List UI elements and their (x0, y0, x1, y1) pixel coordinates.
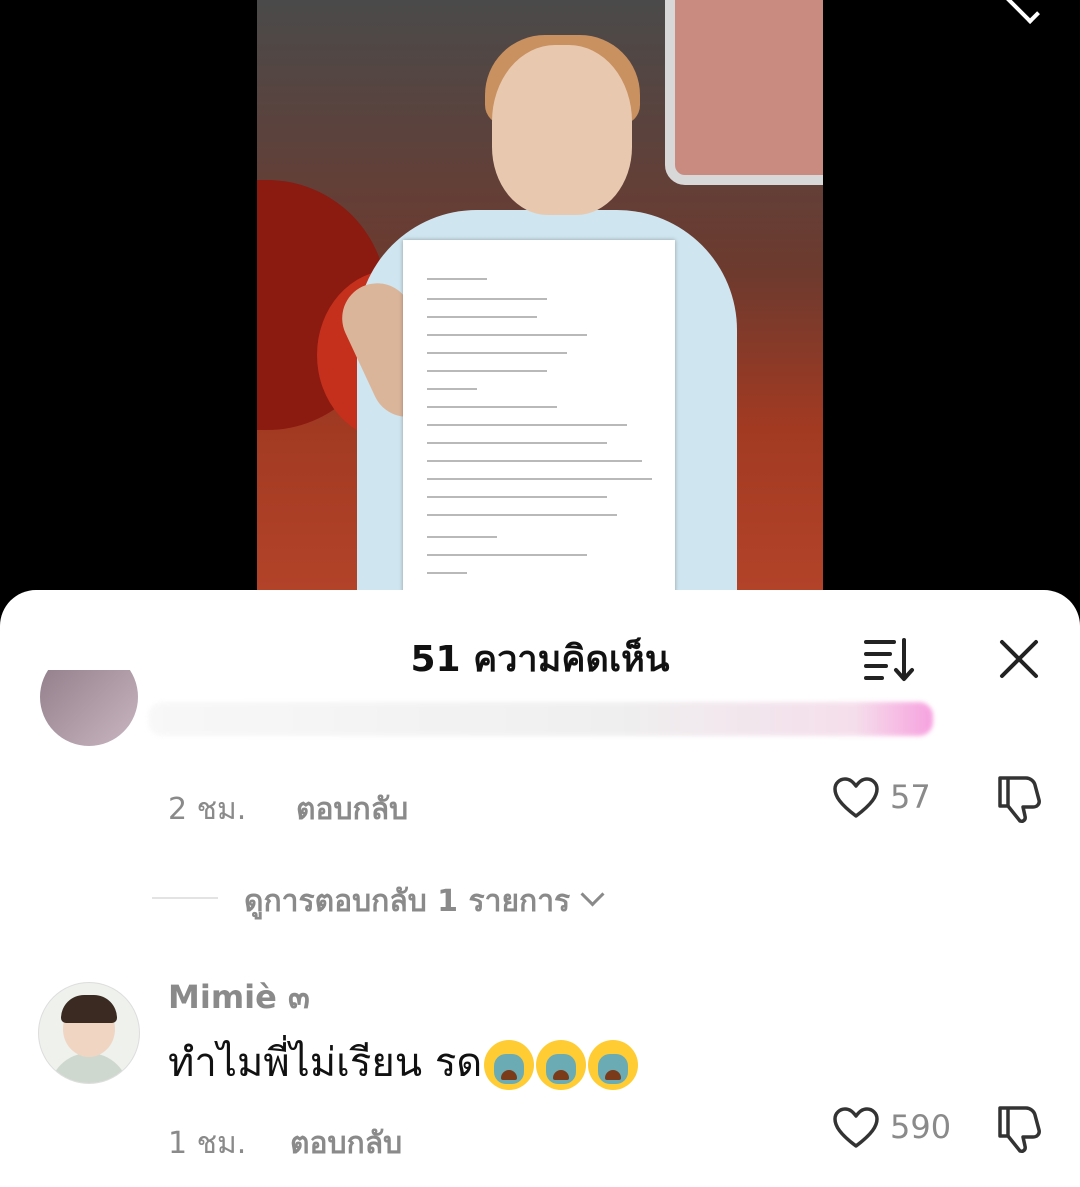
comment-time: 2 ชม. (168, 792, 247, 827)
background-frame (665, 0, 823, 185)
crying-face-emoji-icon (588, 1040, 639, 1090)
view-replies-label: ดูการตอบกลับ 1 รายการ (244, 884, 571, 919)
crying-face-emoji-icon (536, 1040, 587, 1090)
heart-icon[interactable] (832, 1106, 880, 1150)
video-frame[interactable] (257, 0, 823, 610)
reply-button[interactable]: ตอบกลับ (290, 1120, 402, 1167)
like-count: 57 (890, 778, 931, 816)
avatar[interactable] (38, 982, 140, 1084)
view-replies-button[interactable]: ดูการตอบกลับ 1 รายการ (244, 878, 605, 925)
sort-icon[interactable] (862, 636, 916, 682)
handwritten-letter (403, 240, 675, 595)
comments-sheet: 51 ความคิดเห็น 2 ชม. ตอบกลับ 57 ดูการตอบ… (0, 590, 1080, 1187)
comment-text-partial (148, 702, 933, 736)
divider (152, 897, 218, 899)
video-player[interactable] (0, 0, 1080, 610)
thumbs-down-icon[interactable] (994, 772, 1044, 824)
crying-face-emoji-icon (484, 1040, 535, 1090)
comment-username[interactable]: Mimiè ๓ (168, 972, 310, 1023)
chevron-icon[interactable] (1006, 0, 1040, 24)
avatar[interactable] (40, 670, 138, 746)
close-icon[interactable] (996, 636, 1042, 682)
chevron-down-icon (580, 882, 605, 907)
reply-button[interactable]: ตอบกลับ (296, 786, 408, 833)
thumbs-down-icon[interactable] (994, 1102, 1044, 1154)
comments-title: 51 ความคิดเห็น (410, 639, 670, 680)
comment-body: ทำไมพี่ไม่เรียน รด (168, 1040, 483, 1086)
comment-time: 1 ชม. (168, 1126, 247, 1161)
like-count: 590 (890, 1108, 952, 1146)
person-head (492, 45, 632, 215)
comment-text: ทำไมพี่ไม่เรียน รด (168, 1030, 639, 1094)
heart-icon[interactable] (832, 776, 880, 820)
